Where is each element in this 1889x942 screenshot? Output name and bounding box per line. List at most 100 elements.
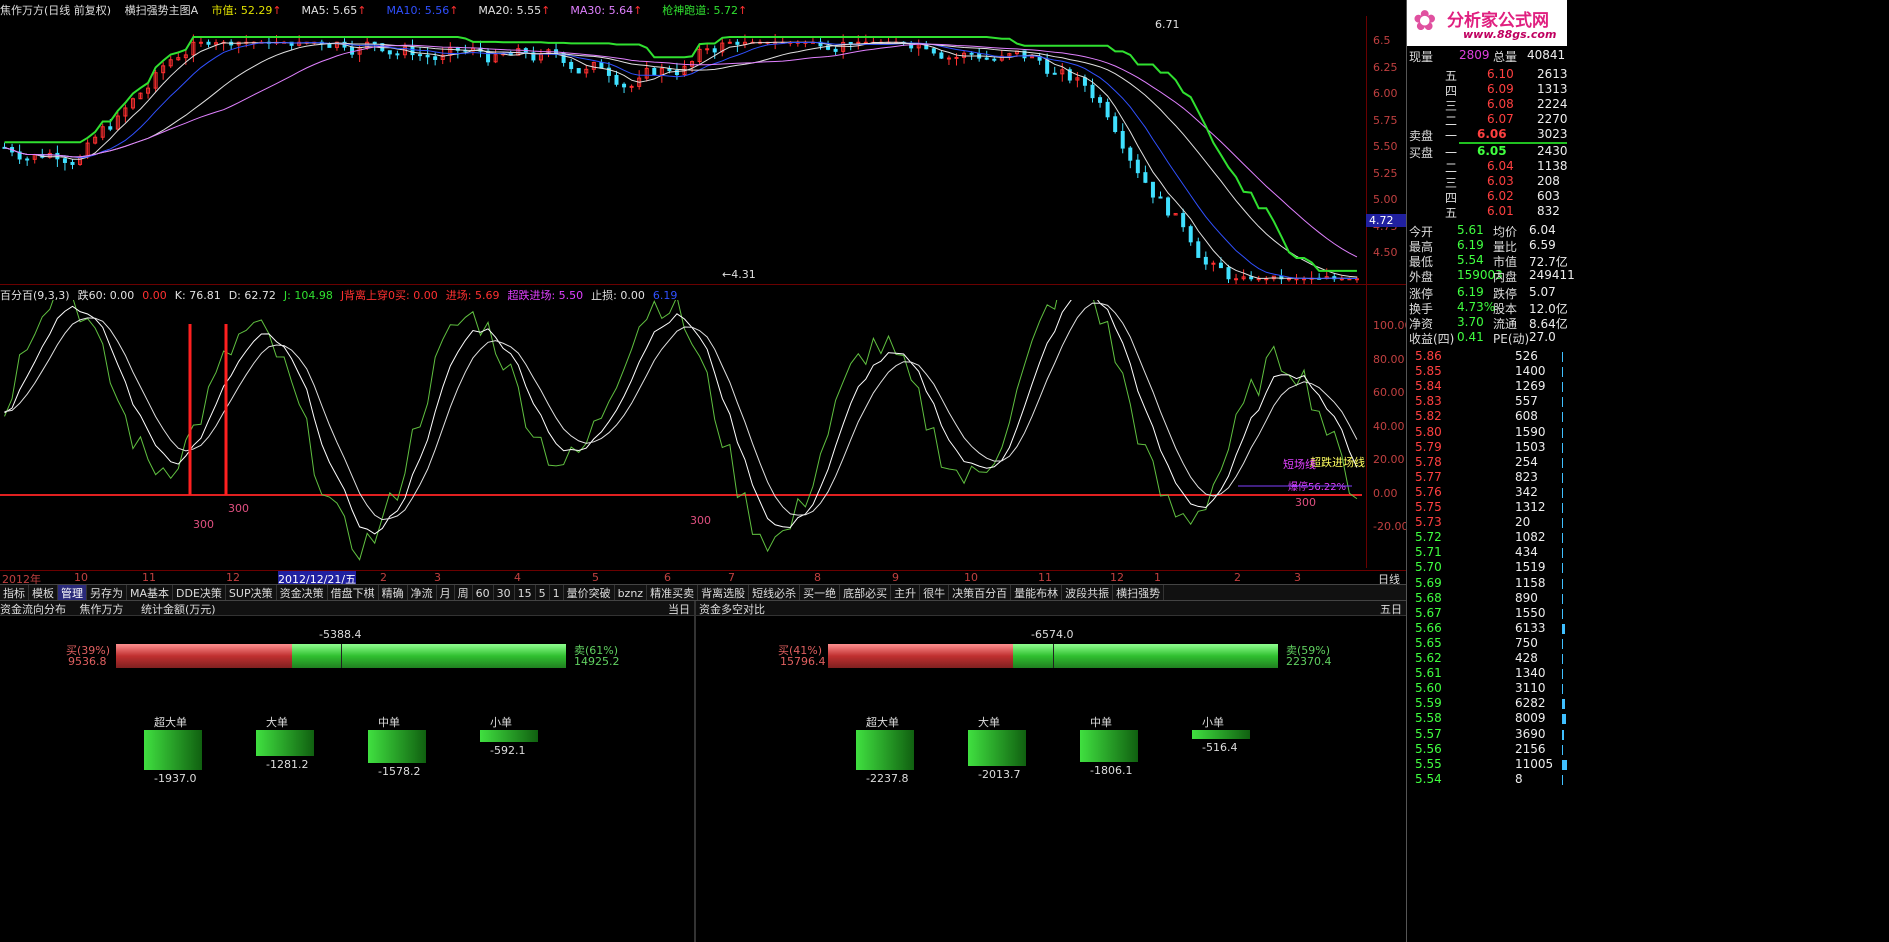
stat-row-cell: 收益(四) [1409,332,1455,346]
toolbar-button[interactable]: 净流 [408,585,437,600]
vol-profile-row: 5.79 1503 [1409,440,1567,456]
stat-row-cell: 6.19 [1457,238,1484,252]
toolbar-button[interactable]: 另存为 [87,585,127,600]
stat-row-cell: 6.59 [1529,238,1556,252]
toolbar-button[interactable]: 买一绝 [800,585,841,600]
ask-row: 四 6.09 1313 [1409,82,1568,98]
toolbar-button[interactable]: 30 [494,585,515,600]
order-type-bar [368,730,426,763]
bid-row: 五 6.01 832 [1409,204,1567,220]
toolbar-button[interactable]: SUP决策 [226,585,277,600]
logo: ✿ 分析家公式网 www.88gs.com [1407,0,1567,46]
toolbar-button[interactable]: 很牛 [920,585,950,600]
toolbar-button[interactable]: 资金决策 [277,585,328,600]
bid-row-cell: 五 [1445,206,1458,220]
vol-profile-row: 5.71 434 [1409,545,1567,561]
candle-body [108,126,113,130]
toolbar-button[interactable]: 横扫强势 [1113,585,1165,600]
ask-row: 三 6.08 2224 [1409,97,1568,113]
toolbar-button[interactable]: 决策百分百 [949,585,1012,600]
toolbar-button[interactable]: 模板 [29,585,58,600]
vol-profile-row: 5.59 6282 [1409,696,1567,712]
time-label: 2 [1234,571,1241,584]
tab-five-day[interactable]: 五日 [1380,601,1402,617]
tab-fund-flow[interactable]: 资金流向分布 [0,603,66,616]
ask-row-cell: 1313 [1537,82,1568,96]
ask-row-cell: 6.10 [1487,67,1514,81]
toolbar-button[interactable]: 15 [515,585,536,600]
price-axis: 6.56.256.005.755.505.255.004.754.50 [1366,16,1406,284]
vol-profile-row: 5.84 1269 [1409,379,1567,395]
stat-row-cell: 6.04 [1529,223,1556,237]
stat-row-cell: 5.07 [1529,285,1556,299]
vol-profile-row-cell: 11005 [1515,756,1554,771]
toolbar-button[interactable]: 借盘下棋 [328,585,379,600]
vol-profile-row: 5.73 20 [1409,515,1567,531]
vol-profile-row: 5.83 557 [1409,394,1567,410]
toolbar-button[interactable]: 精确 [379,585,408,600]
tab-long-short[interactable]: 资金多空对比 [699,603,765,616]
marker-300: 300 [1295,496,1316,509]
toolbar-button[interactable]: 波段共振 [1062,585,1114,600]
candle-body [856,41,861,44]
marker-300: 300 [193,518,214,531]
vol-profile-row-cell: 5.71 [1415,545,1442,560]
candle-body [712,48,717,53]
price-tick: 5.25 [1373,166,1398,180]
toolbar-button[interactable]: 量能布林 [1011,585,1063,600]
toolbar-button[interactable]: 底部必买 [840,585,892,600]
candle-body [327,43,332,48]
toolbar-button[interactable]: 短线必杀 [749,585,801,600]
vol-profile-row-cell: 5.56 [1415,741,1442,756]
tab-stat-amount[interactable]: 统计金额(万元) [141,603,216,616]
toolbar-button[interactable]: 背离选股 [698,585,750,600]
time-label: 12 [226,571,240,584]
vol-profile-row-cell: 5.80 [1415,424,1442,439]
vol-profile-row-cell: 5.60 [1415,681,1442,696]
indicator-chart[interactable]: 300 300 300 300 超跌进场线 短场线 爆停56.22% [0,270,1366,568]
time-label: 4 [514,571,521,584]
toolbar-button[interactable]: 5 [536,585,550,600]
vol-profile-row-cell: 8 [1515,771,1523,786]
indicator-tick: 40.00 [1373,419,1405,433]
candle-body [372,41,377,45]
order-type-label: 小单 [490,716,512,729]
toolbar-button[interactable]: DDE决策 [173,585,226,600]
price-chart[interactable]: 6.71 ←4.31 [0,16,1366,288]
candle-body [1052,72,1057,75]
toolbar-button[interactable]: 量价突破 [564,585,615,600]
candle-body [1120,130,1125,149]
toolbar-button[interactable]: MA基本 [127,585,174,600]
toolbar-button[interactable]: 60 [473,585,494,600]
vol-profile-row-cell: 5.58 [1415,711,1442,726]
candle-body [652,67,657,76]
candle-body [1286,278,1291,281]
toolbar-button[interactable]: 月 [437,585,455,600]
order-type-label: 超大单 [866,716,899,729]
candle-body [833,48,838,52]
candle-body [1113,116,1118,132]
tab-stock-name[interactable]: 焦作万方 [80,603,124,616]
candle-body [1082,77,1087,86]
toolbar-button[interactable]: 精准买卖 [647,585,699,600]
oversold-entry-note: 超跌进场线 [1310,455,1365,469]
toolbar-button[interactable]: 周 [455,585,473,600]
toolbar-button[interactable]: bznz [615,585,648,600]
toolbar-button[interactable]: 管理 [58,585,87,600]
tab-today[interactable]: 当日 [668,601,690,617]
toolbar-button[interactable]: 指标 [0,585,29,600]
toolbar-button[interactable]: 1 [550,585,564,600]
order-type-value: -516.4 [1202,741,1238,755]
indicator-tick: 0.00 [1373,486,1398,500]
candle-body [1150,181,1155,198]
price-chart-svg: 6.71 ←4.31 [2,18,1359,288]
indicator-tick: 80.00 [1373,352,1405,366]
balance-marker [341,644,342,668]
stat-row: 最低 5.54 市值 72.7亿 [1409,253,1568,269]
toolbar-button[interactable]: 主升 [891,585,921,600]
fund-left: -5388.4 买(39%) 9536.8 卖(61%) 14925.2 超大单 -1937… [0,616,694,942]
time-label: 3 [1294,571,1301,584]
vol-profile-row-cell: 3110 [1515,681,1546,696]
candle-body [1143,172,1148,183]
vol-profile-row-cell: 2156 [1515,741,1546,756]
